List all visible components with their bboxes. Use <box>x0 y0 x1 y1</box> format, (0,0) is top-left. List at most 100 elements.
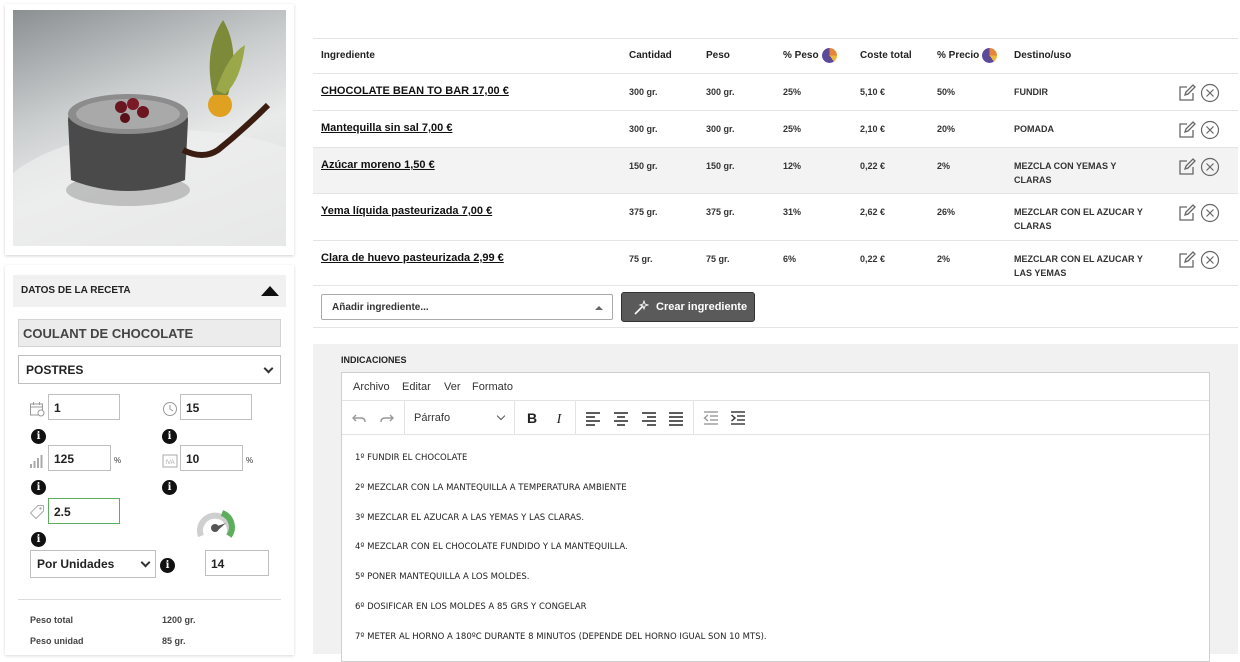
coulant-image <box>13 20 286 246</box>
editor-menubar: Archivo Editar Ver Formato <box>342 373 1209 401</box>
cell-peso: 375 gr. <box>706 207 735 217</box>
delete-icon[interactable] <box>1200 203 1220 223</box>
yield-percent-input[interactable]: 125 <box>48 445 111 471</box>
time-input[interactable]: 15 <box>180 394 252 420</box>
align-left-icon[interactable] <box>584 409 602 427</box>
info-icon[interactable]: i <box>31 429 46 444</box>
create-ingredient-label: Crear ingrediente <box>656 301 748 313</box>
yield-percent-unit: % <box>114 456 122 465</box>
cell-destino: MEZCLAR CON EL AZUCAR Y CLARAS <box>1014 207 1143 231</box>
cell-destino: MEZCLA CON YEMAS Y CLARAS <box>1014 161 1117 185</box>
magic-wand-icon <box>634 300 649 315</box>
recipe-data-header[interactable]: DATOS DE LA RECETA <box>13 275 286 307</box>
info-icon[interactable]: i <box>31 532 46 547</box>
edit-icon[interactable] <box>1178 251 1196 269</box>
chevron-down-icon <box>140 557 151 568</box>
redo-icon[interactable] <box>378 409 396 427</box>
cell-peso: 300 gr. <box>706 124 735 134</box>
gauge-icon <box>197 510 235 538</box>
instruction-step: 5º PONER MANTEQUILLA A LOS MOLDES. <box>355 572 530 583</box>
pie-chart-icon <box>821 48 837 63</box>
cell-pct-precio: 2% <box>937 254 951 264</box>
cell-pct-precio: 26% <box>937 207 956 217</box>
ingredient-link[interactable]: Yema líquida pasteurizada 7,00 € <box>321 204 492 218</box>
info-icon[interactable]: i <box>162 429 177 444</box>
unit-mode-value: Por Unidades <box>37 557 115 571</box>
edit-icon[interactable] <box>1178 204 1196 222</box>
price-input[interactable]: 2.5 <box>48 498 120 524</box>
create-ingredient-button[interactable]: Crear ingrediente <box>621 292 755 322</box>
add-ingredient-select[interactable]: Añadir ingrediente... <box>321 294 613 320</box>
ingredient-link[interactable]: Mantequilla sin sal 7,00 € <box>321 121 452 135</box>
recipe-name-field[interactable]: COULANT DE CHOCOLATE <box>18 319 281 347</box>
outdent-icon[interactable] <box>702 409 720 427</box>
recipe-data-title: DATOS DE LA RECETA <box>21 285 131 296</box>
align-right-icon[interactable] <box>640 409 658 427</box>
instruction-step: 7º METER AL HORNO A 180ºC DURANTE 8 MINU… <box>355 631 767 642</box>
align-justify-icon[interactable] <box>667 409 685 427</box>
italic-icon[interactable]: I <box>550 409 568 427</box>
stat-unit-weight-value: 85 gr. <box>162 636 186 646</box>
cell-pct-peso: 25% <box>783 124 802 134</box>
menu-archivo[interactable]: Archivo <box>353 381 390 393</box>
recipe-photo[interactable] <box>13 10 286 246</box>
editor-content[interactable]: 1º FUNDIR EL CHOCOLATE 2º MEZCLAR CON LA … <box>355 453 1195 662</box>
stat-total-weight-value: 1200 gr. <box>162 615 196 625</box>
cell-pct-peso: 25% <box>783 87 802 97</box>
cell-pct-peso: 12% <box>783 161 802 171</box>
table-row: Yema líquida pasteurizada 7,00 € 375 gr. 3… <box>313 193 1238 240</box>
delete-icon[interactable] <box>1200 120 1220 140</box>
indent-icon[interactable] <box>729 409 747 427</box>
ingredient-link[interactable]: CHOCOLATE BEAN TO BAR 17,00 € <box>321 84 509 98</box>
ingredient-link[interactable]: Azúcar moreno 1,50 € <box>321 158 435 172</box>
edit-icon[interactable] <box>1178 121 1196 139</box>
ingredient-link[interactable]: Clara de huevo pasteurizada 2,99 € <box>321 251 504 265</box>
category-select[interactable]: POSTRES <box>18 355 281 384</box>
svg-text:B: B <box>527 410 537 426</box>
svg-text:IVA: IVA <box>165 460 174 466</box>
cell-cantidad: 375 gr. <box>629 207 658 217</box>
chevron-down-icon <box>263 363 274 374</box>
col-header-coste: Coste total <box>860 50 912 61</box>
collapse-arrow-icon[interactable] <box>261 286 279 296</box>
block-format-select[interactable]: Párrafo <box>414 412 450 424</box>
align-center-icon[interactable] <box>612 409 630 427</box>
col-header-pct-peso: % Peso <box>783 48 837 63</box>
info-icon[interactable]: i <box>160 558 175 573</box>
toolbar-separator <box>575 401 576 435</box>
clock-icon <box>163 402 177 416</box>
svg-text:I: I <box>556 412 563 427</box>
cell-pct-precio: 50% <box>937 87 956 97</box>
delete-icon[interactable] <box>1200 83 1220 103</box>
cell-destino: FUNDIR <box>1014 87 1048 97</box>
instruction-step: 3º MEZCLAR EL AZUCAR A LAS YEMAS Y LAS C… <box>355 512 585 523</box>
table-header-row: Ingrediente Cantidad Peso % Peso Coste t… <box>313 38 1238 73</box>
toolbar-separator <box>693 401 694 435</box>
edit-icon[interactable] <box>1178 158 1196 176</box>
info-icon[interactable]: i <box>162 480 177 495</box>
category-value: POSTRES <box>26 363 84 377</box>
col-header-ingrediente: Ingrediente <box>321 50 375 61</box>
delete-icon[interactable] <box>1200 157 1220 177</box>
cell-coste: 0,22 € <box>860 161 886 171</box>
col-header-peso: Peso <box>706 50 730 61</box>
edit-icon[interactable] <box>1178 84 1196 102</box>
servings-input[interactable]: 1 <box>48 394 120 420</box>
cell-cantidad: 75 gr. <box>629 254 653 264</box>
info-icon[interactable]: i <box>31 480 46 495</box>
pie-chart-icon <box>982 48 998 63</box>
iva-input[interactable]: 10 <box>180 445 243 471</box>
menu-ver[interactable]: Ver <box>444 381 461 393</box>
rich-text-editor[interactable]: Archivo Editar Ver Formato Párrafo B I 1… <box>341 372 1210 662</box>
col-header-cantidad: Cantidad <box>629 50 672 61</box>
menu-editar[interactable]: Editar <box>402 381 431 393</box>
cell-peso: 150 gr. <box>706 161 735 171</box>
units-input[interactable]: 14 <box>205 550 269 576</box>
bold-icon[interactable]: B <box>523 409 541 427</box>
undo-icon[interactable] <box>350 409 368 427</box>
unit-mode-select[interactable]: Por Unidades <box>30 550 156 578</box>
cell-cantidad: 300 gr. <box>629 124 658 134</box>
menu-formato[interactable]: Formato <box>472 381 513 393</box>
instruction-step: 2º MEZCLAR CON LA MANTEQUILLA A TEMPERAT… <box>355 482 627 493</box>
delete-icon[interactable] <box>1200 250 1220 270</box>
